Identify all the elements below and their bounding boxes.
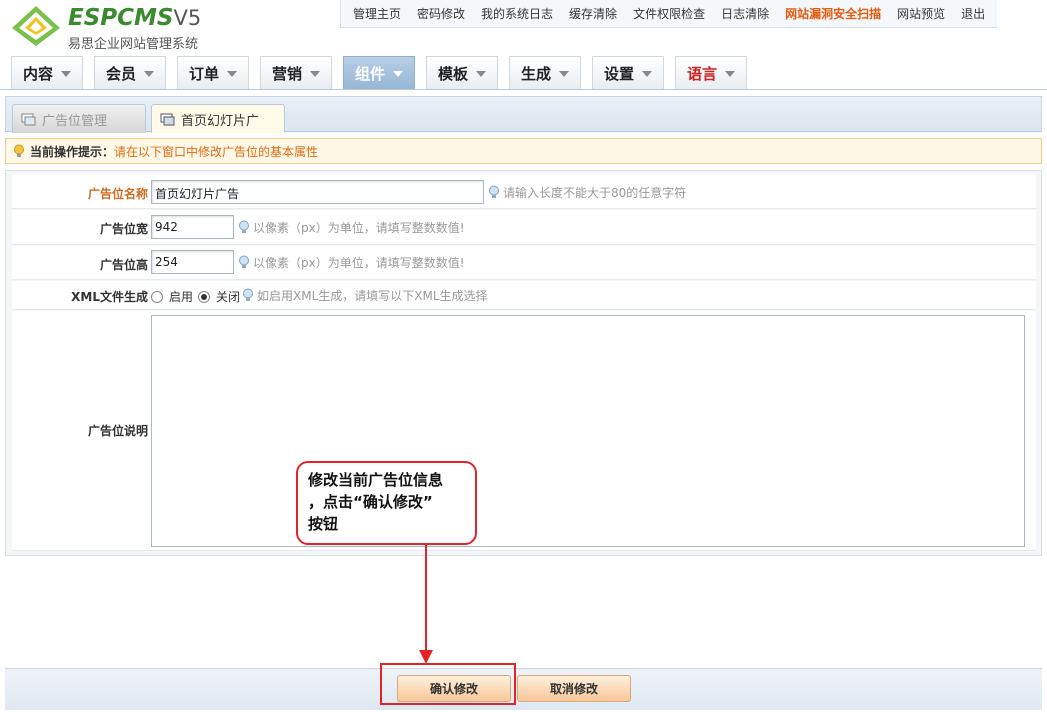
- description-textarea[interactable]: [151, 315, 1025, 547]
- menu-components[interactable]: 组件: [343, 56, 415, 89]
- menu-settings[interactable]: 设置: [592, 56, 664, 89]
- menu-members[interactable]: 会员: [94, 56, 166, 89]
- topnav-logout[interactable]: 退出: [953, 5, 993, 22]
- topnav-my-logs[interactable]: 我的系统日志: [473, 5, 561, 22]
- description-label: 广告位说明: [87, 424, 148, 438]
- tab-label: 首页幻灯片广: [181, 113, 260, 129]
- height-label: 广告位高: [99, 258, 148, 272]
- monitor-icon: [21, 113, 36, 125]
- topnav-security-scan[interactable]: 网站漏洞安全扫描: [777, 5, 889, 22]
- menu-label: 会员: [105, 64, 136, 83]
- tab-ad-position-management[interactable]: 广告位管理: [12, 104, 146, 133]
- hint-text: 如启用XML生成，请填写以下XML生成选择: [257, 289, 488, 303]
- xml-radio-enable[interactable]: 启用: [151, 288, 193, 305]
- top-nav: 管理主页 密码修改 我的系统日志 缓存清除 文件权限检查 日志清除 网站漏洞安全…: [340, 0, 998, 28]
- chevron-down-icon: [144, 71, 154, 77]
- menu-language[interactable]: 语言: [675, 56, 747, 89]
- annotation-callout: 修改当前广告位信息 ，点击“确认修改” 按钮: [296, 461, 477, 545]
- chevron-down-icon: [725, 71, 735, 77]
- form-row-name: 广告位名称 首页幻灯片广告 请输入长度不能大于80的任意字符: [12, 174, 1036, 209]
- info-bulb-icon: [243, 288, 253, 301]
- tab-label: 广告位管理: [42, 113, 108, 129]
- xml-radio-disable[interactable]: 关闭: [198, 288, 240, 305]
- info-bulb-icon: [239, 255, 249, 268]
- annotation-arrow-line: [425, 545, 427, 653]
- annotation-highlight-box: [380, 663, 516, 705]
- logo-icon: [12, 6, 60, 46]
- form-row-description: 广告位说明: [12, 311, 1036, 551]
- tip-message: 请在以下窗口中修改广告位的基本属性: [114, 144, 319, 159]
- width-hint: 以像素（px）为单位，请填写整数数值!: [238, 219, 465, 236]
- form-row-width: 广告位宽 942 以像素（px）为单位，请填写整数数值!: [12, 210, 1036, 245]
- menu-content[interactable]: 内容: [11, 56, 83, 89]
- lightbulb-icon: [14, 144, 24, 157]
- radio-disable[interactable]: [198, 290, 210, 303]
- menu-orders[interactable]: 订单: [177, 56, 249, 89]
- topnav-clear-cache[interactable]: 缓存清除: [561, 5, 625, 22]
- hint-text: 以像素（px）为单位，请填写整数数值!: [253, 256, 465, 270]
- logo: ESPCMSV5 易思企业网站管理系统: [10, 4, 230, 52]
- hint-text: 以像素（px）为单位，请填写整数数值!: [253, 221, 465, 235]
- operation-tip: 当前操作提示： 请在以下窗口中修改广告位的基本属性: [5, 138, 1042, 164]
- chevron-down-icon: [559, 71, 569, 77]
- chevron-down-icon: [642, 71, 652, 77]
- topnav-site-preview[interactable]: 网站预览: [889, 5, 953, 22]
- menu-label: 订单: [188, 64, 219, 83]
- main-menu: 内容 会员 订单 营销 组件 模板 生成 设置 语言: [0, 52, 1047, 90]
- menu-label: 内容: [22, 64, 53, 83]
- width-input[interactable]: 942: [151, 215, 234, 239]
- name-hint: 请输入长度不能大于80的任意字符: [488, 184, 686, 201]
- tip-label: 当前操作提示：: [30, 144, 115, 159]
- menu-label: 设置: [603, 64, 634, 83]
- name-input[interactable]: 首页幻灯片广告: [151, 180, 484, 204]
- callout-line: 按钮: [308, 515, 339, 533]
- callout-line: 修改当前广告位信息: [308, 471, 444, 489]
- form-row-xml: XML文件生成 启用 关闭 如启用XML生成，请填写以下XML生成选择: [12, 281, 1036, 310]
- radio-disable-label: 关闭: [216, 290, 241, 304]
- menu-label: 语言: [686, 64, 717, 83]
- chevron-down-icon: [61, 71, 71, 77]
- topnav-clear-logs[interactable]: 日志清除: [713, 5, 777, 22]
- topnav-admin-home[interactable]: 管理主页: [345, 5, 409, 22]
- hint-text: 请输入长度不能大于80的任意字符: [503, 186, 687, 200]
- menu-label: 营销: [271, 64, 302, 83]
- info-bulb-icon: [489, 185, 499, 198]
- menu-label: 模板: [437, 64, 468, 83]
- topnav-file-permission[interactable]: 文件权限检查: [625, 5, 713, 22]
- menu-label: 生成: [520, 64, 551, 83]
- menu-generate[interactable]: 生成: [509, 56, 581, 89]
- chevron-down-icon: [393, 71, 403, 77]
- ad-position-form: 广告位名称 首页幻灯片广告 请输入长度不能大于80的任意字符 广告位宽 942 …: [5, 170, 1042, 556]
- xml-label: XML文件生成: [71, 290, 148, 304]
- xml-hint: 如启用XML生成，请填写以下XML生成选择: [242, 287, 488, 304]
- form-row-height: 广告位高 254 以像素（px）为单位，请填写整数数值!: [12, 246, 1036, 280]
- menu-templates[interactable]: 模板: [426, 56, 498, 89]
- menu-label: 组件: [354, 64, 385, 83]
- name-label: 广告位名称: [87, 187, 148, 201]
- chevron-down-icon: [310, 71, 320, 77]
- height-hint: 以像素（px）为单位，请填写整数数值!: [238, 254, 465, 271]
- topnav-change-password[interactable]: 密码修改: [409, 5, 473, 22]
- width-label: 广告位宽: [99, 222, 148, 236]
- height-input[interactable]: 254: [151, 250, 234, 274]
- chevron-down-icon: [227, 71, 237, 77]
- radio-enable-label: 启用: [169, 290, 194, 304]
- tab-home-slideshow[interactable]: 首页幻灯片广: [151, 104, 285, 133]
- callout-line: ，点击“确认修改”: [308, 493, 433, 511]
- header: ESPCMSV5 易思企业网站管理系统 管理主页 密码修改 我的系统日志 缓存清…: [0, 0, 1047, 52]
- tabs-bar: 广告位管理 首页幻灯片广: [5, 96, 1042, 133]
- chevron-down-icon: [476, 71, 486, 77]
- logo-text: ESPCMSV5: [68, 5, 202, 31]
- arrow-down-icon: [419, 650, 433, 664]
- cancel-button[interactable]: 取消修改: [517, 675, 631, 702]
- logo-subtitle: 易思企业网站管理系统: [68, 37, 199, 52]
- info-bulb-icon: [239, 220, 249, 233]
- radio-enable[interactable]: [151, 290, 163, 303]
- monitor-icon: [160, 113, 175, 125]
- menu-marketing[interactable]: 营销: [260, 56, 332, 89]
